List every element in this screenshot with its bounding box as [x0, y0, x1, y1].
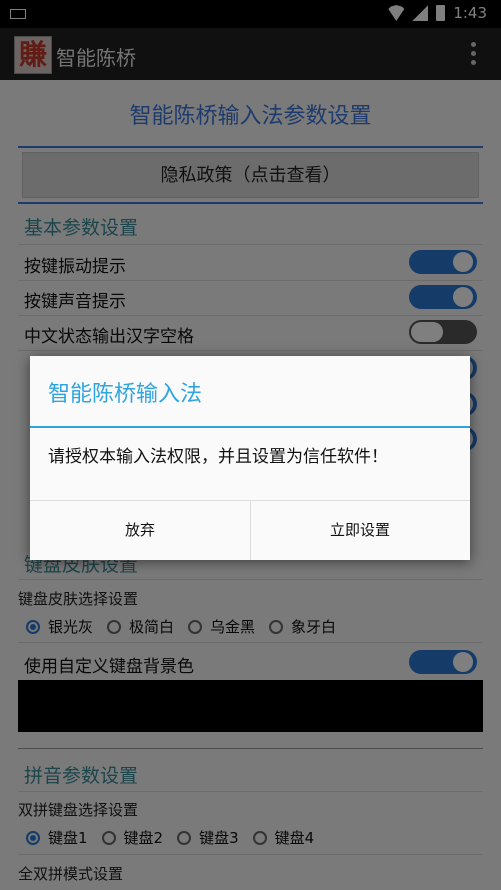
- cancel-button[interactable]: 放弃: [30, 501, 250, 560]
- dialog-message: 请授权本输入法权限，并且设置为信任软件！: [48, 447, 388, 467]
- dialog-title-divider: [30, 426, 470, 428]
- permission-dialog: 智能陈桥输入法 请授权本输入法权限，并且设置为信任软件！ 放弃 立即设置: [30, 356, 470, 560]
- dialog-title: 智能陈桥输入法: [48, 382, 203, 407]
- confirm-button[interactable]: 立即设置: [250, 501, 470, 560]
